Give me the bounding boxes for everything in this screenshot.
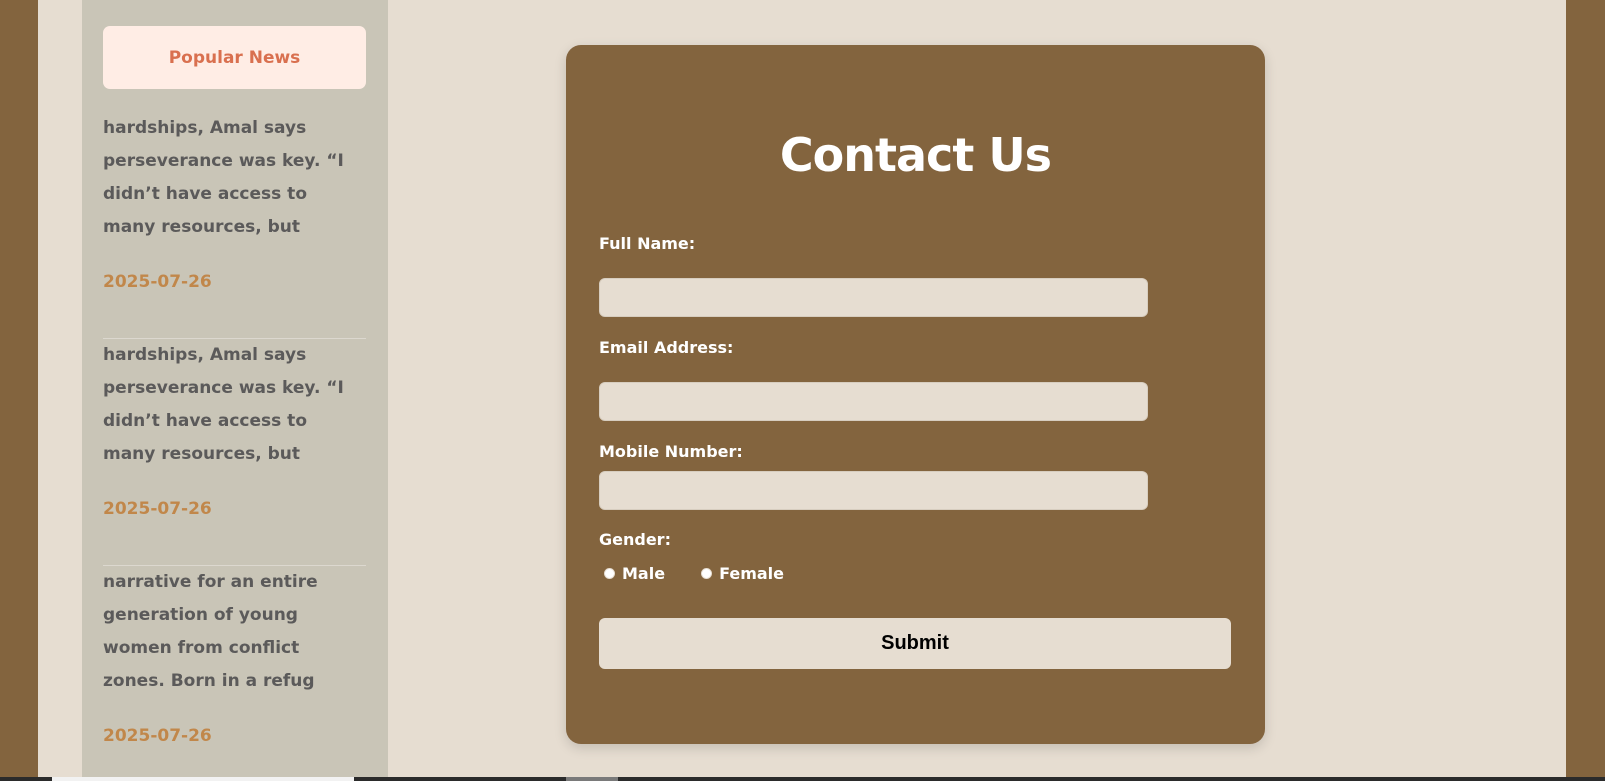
news-date: 2025-07-26 [103,499,212,519]
male-radio[interactable] [604,568,615,579]
bottom-scrollbar[interactable] [0,777,1605,781]
email-label: Email Address: [599,338,734,357]
contact-form: Contact Us Full Name: Email Address: Mob… [566,45,1265,744]
popular-news-sidebar: Popular News hardships, Amal says persev… [82,0,388,777]
gender-option-male[interactable]: Male [604,564,665,583]
full-name-input[interactable] [599,278,1148,317]
male-label: Male [622,564,666,583]
scroll-segment [52,777,354,781]
news-excerpt[interactable]: narrative for an entire generation of yo… [103,566,363,698]
news-excerpt[interactable]: hardships, Amal says perseverance was ke… [103,112,363,244]
popular-news-heading: Popular News [103,26,366,89]
news-item[interactable]: narrative for an entire generation of yo… [103,566,366,777]
news-date: 2025-07-26 [103,272,212,292]
gender-option-female[interactable]: Female [701,564,784,583]
scroll-thumb[interactable] [566,777,618,781]
news-item[interactable]: hardships, Amal says perseverance was ke… [103,112,366,339]
news-excerpt[interactable]: hardships, Amal says perseverance was ke… [103,339,363,471]
gender-label: Gender: [599,530,671,549]
mobile-input[interactable] [599,471,1148,510]
news-item[interactable]: hardships, Amal says perseverance was ke… [103,339,366,566]
news-date: 2025-07-26 [103,726,212,746]
female-radio[interactable] [701,568,713,579]
full-name-label: Full Name: [599,234,696,253]
page: Popular News hardships, Amal says persev… [38,0,1566,777]
submit-button[interactable]: Submit [599,618,1231,669]
gender-options: Male Female [604,564,820,583]
contact-title: Contact Us [779,128,1052,182]
email-input[interactable] [599,382,1148,421]
female-label: Female [719,564,784,583]
mobile-label: Mobile Number: [599,442,743,461]
